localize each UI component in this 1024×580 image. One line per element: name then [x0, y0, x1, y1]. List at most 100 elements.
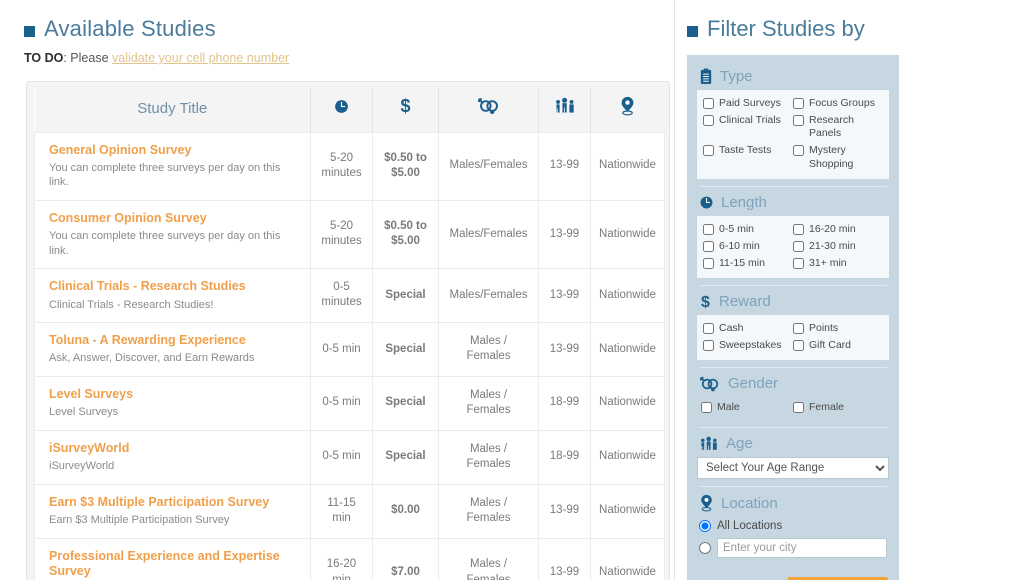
study-title-link[interactable]: iSurveyWorld — [49, 441, 302, 457]
table-row[interactable]: General Opinion Survey You can complete … — [34, 131, 665, 201]
filter-option-mystery-shopping[interactable]: Mystery Shopping — [793, 142, 883, 172]
checkbox-6-10-min[interactable] — [703, 240, 714, 252]
study-title-link[interactable]: Earn $3 Multiple Participation Survey — [49, 495, 302, 511]
page-title: Available Studies — [0, 0, 674, 42]
filter-option-label: Male — [717, 401, 740, 414]
checkbox-male[interactable] — [701, 402, 712, 414]
study-gender-cell: Males/Females — [438, 267, 539, 323]
people-icon — [699, 436, 719, 452]
filter-option-clinical-trials[interactable]: Clinical Trials — [703, 112, 793, 142]
divider — [699, 285, 887, 286]
validate-phone-link[interactable]: validate your cell phone number — [112, 51, 289, 65]
checkbox-points[interactable] — [793, 323, 804, 334]
column-header-location[interactable] — [590, 88, 665, 132]
table-row[interactable]: Professional Experience and Expertise Su… — [34, 537, 665, 580]
location-option-all[interactable]: All Locations — [697, 517, 889, 535]
study-location-cell: Nationwide — [590, 375, 665, 431]
study-title-cell[interactable]: iSurveyWorld iSurveyWorld — [34, 429, 311, 485]
filter-option-paid-surveys[interactable]: Paid Surveys — [703, 95, 793, 112]
filter-option-gift-card[interactable]: Gift Card — [793, 337, 883, 354]
study-location-cell: Nationwide — [590, 267, 665, 323]
study-title-cell[interactable]: Toluna - A Rewarding Experience Ask, Ans… — [34, 321, 311, 377]
filter-option-cash[interactable]: Cash — [703, 320, 793, 337]
study-title-link[interactable]: Professional Experience and Expertise Su… — [49, 549, 302, 580]
column-header-age[interactable] — [538, 88, 591, 132]
filter-option-11-15-min[interactable]: 11-15 min — [703, 255, 793, 272]
table-row[interactable]: Toluna - A Rewarding Experience Ask, Ans… — [34, 321, 665, 377]
checkbox-focus-groups[interactable] — [793, 98, 804, 109]
study-title-cell[interactable]: Earn $3 Multiple Participation Survey Ea… — [34, 483, 311, 539]
checkbox-taste-tests[interactable] — [703, 145, 714, 157]
filter-group-type: Type Paid Surveys Focus Groups Clinical … — [697, 63, 889, 179]
table-row[interactable]: Consumer Opinion Survey You can complete… — [34, 199, 665, 269]
filter-group-location-label: Location — [721, 494, 778, 512]
filter-option-0-5-min[interactable]: 0-5 min — [703, 221, 793, 238]
table-row[interactable]: Earn $3 Multiple Participation Survey Ea… — [34, 483, 665, 539]
filter-length-options: 0-5 min 16-20 min 6-10 min 21-30 min 11-… — [697, 215, 889, 278]
study-title-cell[interactable]: Clinical Trials - Research Studies Clini… — [34, 267, 311, 323]
table-row[interactable]: Level Surveys Level Surveys 0-5 min Spec… — [34, 375, 665, 431]
checkbox-research-panels[interactable] — [793, 115, 804, 127]
location-option-city[interactable] — [697, 535, 889, 561]
study-location-cell: Nationwide — [590, 131, 665, 201]
filter-group-gender-label: Gender — [728, 375, 779, 393]
table-row[interactable]: iSurveyWorld iSurveyWorld 0-5 min Specia… — [34, 429, 665, 485]
study-title-link[interactable]: Level Surveys — [49, 387, 302, 403]
column-header-gender[interactable] — [438, 88, 539, 132]
column-header-length[interactable] — [310, 88, 373, 132]
age-range-select[interactable]: Select Your Age Range — [697, 457, 889, 480]
filter-option-points[interactable]: Points — [793, 320, 883, 337]
filter-option-female[interactable]: Female — [793, 399, 885, 416]
filter-option-male[interactable]: Male — [701, 399, 793, 416]
study-title-cell[interactable]: Consumer Opinion Survey You can complete… — [34, 199, 311, 269]
checkbox-gift-card[interactable] — [793, 340, 804, 352]
checkbox-21-30-min[interactable] — [793, 240, 804, 252]
checkbox-clinical-trials[interactable] — [703, 115, 714, 127]
filter-group-age-header: Age — [697, 430, 889, 457]
checkbox-female[interactable] — [793, 402, 804, 414]
filter-option-focus-groups[interactable]: Focus Groups — [793, 95, 883, 112]
checkbox-cash[interactable] — [703, 323, 714, 334]
filter-option-21-30-min[interactable]: 21-30 min — [793, 238, 883, 255]
checkbox-paid-surveys[interactable] — [703, 98, 714, 109]
table-row[interactable]: Clinical Trials - Research Studies Clini… — [34, 267, 665, 323]
filter-option-taste-tests[interactable]: Taste Tests — [703, 142, 793, 172]
filter-option-16-20-min[interactable]: 16-20 min — [793, 221, 883, 238]
study-description: You can complete three surveys per day o… — [49, 230, 281, 257]
filter-option-6-10-min[interactable]: 6-10 min — [703, 238, 793, 255]
checkbox-16-20-min[interactable] — [793, 223, 804, 235]
study-title-link[interactable]: General Opinion Survey — [49, 143, 302, 159]
people-icon — [554, 97, 576, 115]
study-location-cell: Nationwide — [590, 483, 665, 539]
filter-panel-title: Filter Studies by — [675, 0, 1024, 42]
dollar-icon: $ — [699, 293, 712, 310]
bullet-square-icon — [24, 25, 35, 37]
checkbox-mystery-shopping[interactable] — [793, 145, 804, 157]
study-title-link[interactable]: Clinical Trials - Research Studies — [49, 279, 302, 295]
filter-option-sweepstakes[interactable]: Sweepstakes — [703, 337, 793, 354]
studies-table: Study Title $ General Opinion Survey You… — [34, 88, 665, 580]
checkbox-11-15-min[interactable] — [703, 257, 714, 269]
radio-all-locations[interactable] — [699, 520, 711, 533]
checkbox-sweepstakes[interactable] — [703, 340, 714, 352]
study-title-cell[interactable]: General Opinion Survey You can complete … — [34, 131, 311, 201]
radio-city[interactable] — [699, 542, 711, 555]
study-title-link[interactable]: Toluna - A Rewarding Experience — [49, 333, 302, 349]
filter-option-31-plus-min[interactable]: 31+ min — [793, 255, 883, 272]
study-title-link[interactable]: Consumer Opinion Survey — [49, 211, 302, 227]
study-gender-cell: Males / Females — [438, 429, 539, 485]
filter-group-length-header: Length — [697, 189, 889, 216]
checkbox-0-5-min[interactable] — [703, 223, 714, 235]
filter-option-research-panels[interactable]: Research Panels — [793, 112, 883, 142]
column-header-reward[interactable]: $ — [372, 88, 439, 132]
study-age-cell: 13-99 — [538, 199, 591, 269]
study-age-cell: 18-99 — [538, 429, 591, 485]
checkbox-31-plus-min[interactable] — [793, 257, 804, 269]
filter-type-options: Paid Surveys Focus Groups Clinical Trial… — [697, 90, 889, 179]
study-title-cell[interactable]: Professional Experience and Expertise Su… — [34, 537, 311, 580]
filter-option-label: 0-5 min — [719, 222, 755, 235]
bullet-square-icon — [687, 25, 698, 37]
study-title-cell[interactable]: Level Surveys Level Surveys — [34, 375, 311, 431]
column-header-study-title[interactable]: Study Title — [34, 88, 311, 132]
city-input[interactable] — [717, 538, 887, 559]
